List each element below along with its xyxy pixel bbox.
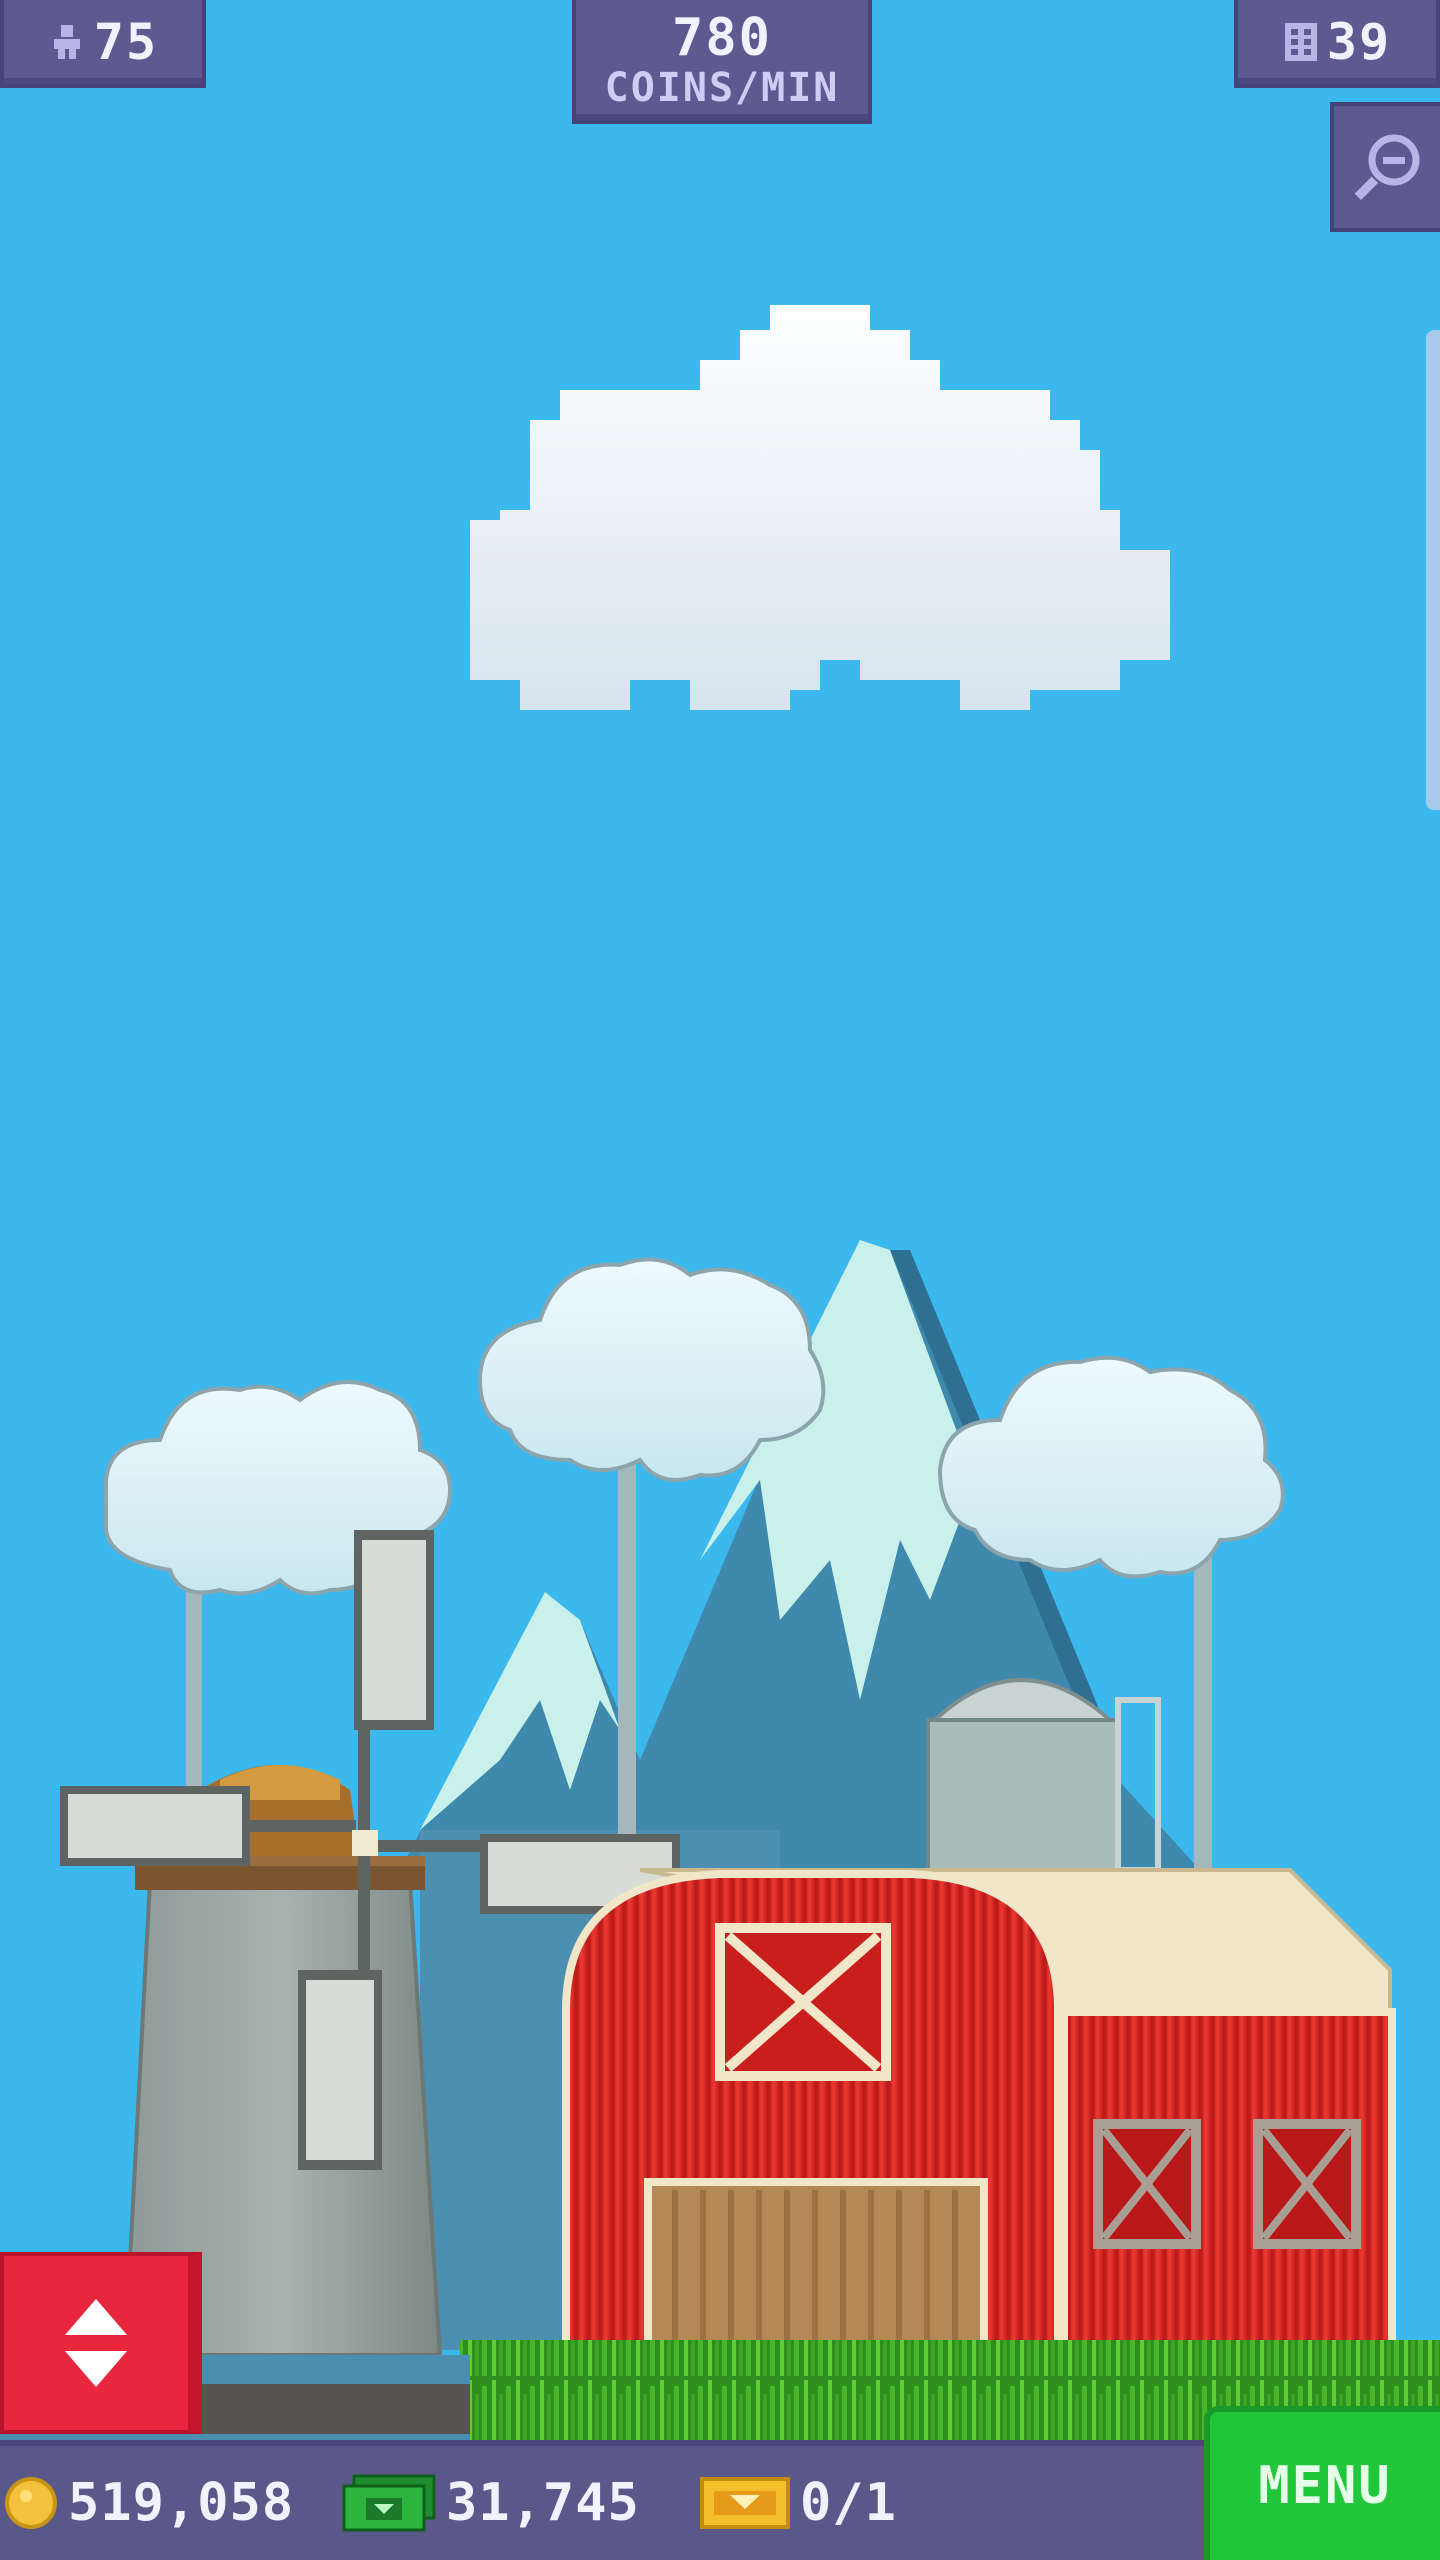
tickets-value: 0/1 [800,2473,897,2533]
elevator-button[interactable] [0,2252,202,2434]
barn [562,1868,1396,2366]
coins-stat[interactable]: 519,058 [4,2446,294,2560]
population-counter[interactable]: 75 [0,0,206,88]
population-value: 75 [93,13,159,71]
rate-value: 780 [672,8,772,68]
zoom-out-icon [1348,128,1426,206]
coins-value: 519,058 [68,2473,295,2533]
building-icon [1283,21,1319,63]
rate-unit: COINS/MIN [604,65,840,111]
bux-icon [340,2472,436,2534]
menu-label: MENU [1258,2456,1392,2516]
farm-scene [0,305,1440,2440]
zoom-out-button[interactable] [1330,102,1440,232]
side-scroll-tab[interactable] [1426,330,1440,810]
tickets-stat[interactable]: 0/1 [700,2446,897,2560]
large-cloud [470,305,1170,710]
coins-per-minute-display: 780 COINS/MIN [572,0,872,124]
bux-value: 31,745 [446,2473,640,2533]
floors-value: 39 [1326,13,1392,71]
ticket-icon [700,2475,790,2531]
bux-stat[interactable]: 31,745 [340,2446,640,2560]
floors-counter[interactable]: 39 [1234,0,1440,88]
coin-icon [4,2476,58,2530]
elevator-updown-icon [61,2295,131,2391]
person-icon [48,23,86,61]
menu-button[interactable]: MENU [1204,2406,1440,2560]
